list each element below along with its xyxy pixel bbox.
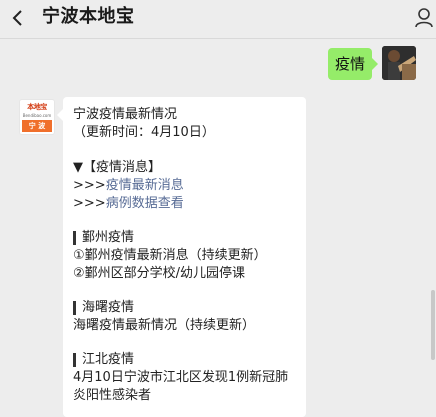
bendibao-avatar[interactable]: 本地宝 Bendibao.com 宁 波 <box>20 100 54 134</box>
update-time: （更新时间：4月10日） <box>73 125 215 140</box>
section-marker-end: 】 <box>148 160 162 175</box>
jiangbei-heading: 江北疫情 <box>82 352 135 367</box>
profile-icon[interactable] <box>414 6 436 30</box>
section-label: 疫情消息 <box>96 160 149 175</box>
news-link-row: >>>疫情最新消息 <box>73 177 184 195</box>
brand-domain-text: Bendibao.com <box>22 113 52 118</box>
scrollbar[interactable] <box>431 290 435 360</box>
haishu-news-link[interactable]: 海曙疫情最新情况（持续更新） <box>73 317 255 335</box>
cases-link-row: >>>病例数据查看 <box>73 195 184 213</box>
yinzhou-heading: 鄞州疫情 <box>82 230 135 245</box>
section-bar <box>73 301 76 315</box>
yinzhou-school-link[interactable]: ②鄞州区部分学校/幼儿园停课 <box>73 265 245 283</box>
user-avatar-image <box>382 46 416 80</box>
section-epidemic-news: ▼【疫情消息】 <box>73 159 161 177</box>
section-bar <box>73 353 76 367</box>
brand-logo-text: 本地宝 <box>27 103 47 111</box>
chat-title: 宁波本地宝 <box>42 6 135 27</box>
jiangbei-news-link[interactable]: 4月10日宁波市江北区发现1例新冠肺 <box>73 369 288 387</box>
section-marker: ▼【 <box>73 160 96 175</box>
jiangbei-news-link-cont[interactable]: 炎阳性感染者 <box>73 387 151 405</box>
case-data-link[interactable]: 病例数据查看 <box>106 196 184 211</box>
haishu-heading: 海曙疫情 <box>82 300 135 315</box>
section-bar <box>73 231 76 245</box>
outgoing-message: 疫情 <box>0 46 436 86</box>
yinzhou-news-link[interactable]: ①鄞州疫情最新消息（持续更新） <box>73 247 267 265</box>
chat-header: 宁波本地宝 <box>0 0 436 39</box>
arrow-prefix: >>> <box>73 196 106 211</box>
user-avatar[interactable] <box>382 46 416 80</box>
message-title: 宁波疫情最新情况 <box>73 107 178 122</box>
arrow-prefix: >>> <box>73 178 106 193</box>
latest-news-link[interactable]: 疫情最新消息 <box>106 178 184 193</box>
outgoing-bubble[interactable]: 疫情 <box>328 48 378 80</box>
back-arrow-icon[interactable] <box>6 6 30 30</box>
incoming-bubble: 宁波疫情最新情况 （更新时间：4月10日） ▼【疫情消息】 >>>疫情最新消息 … <box>57 97 306 417</box>
brand-city-badge: 宁 波 <box>22 120 52 132</box>
